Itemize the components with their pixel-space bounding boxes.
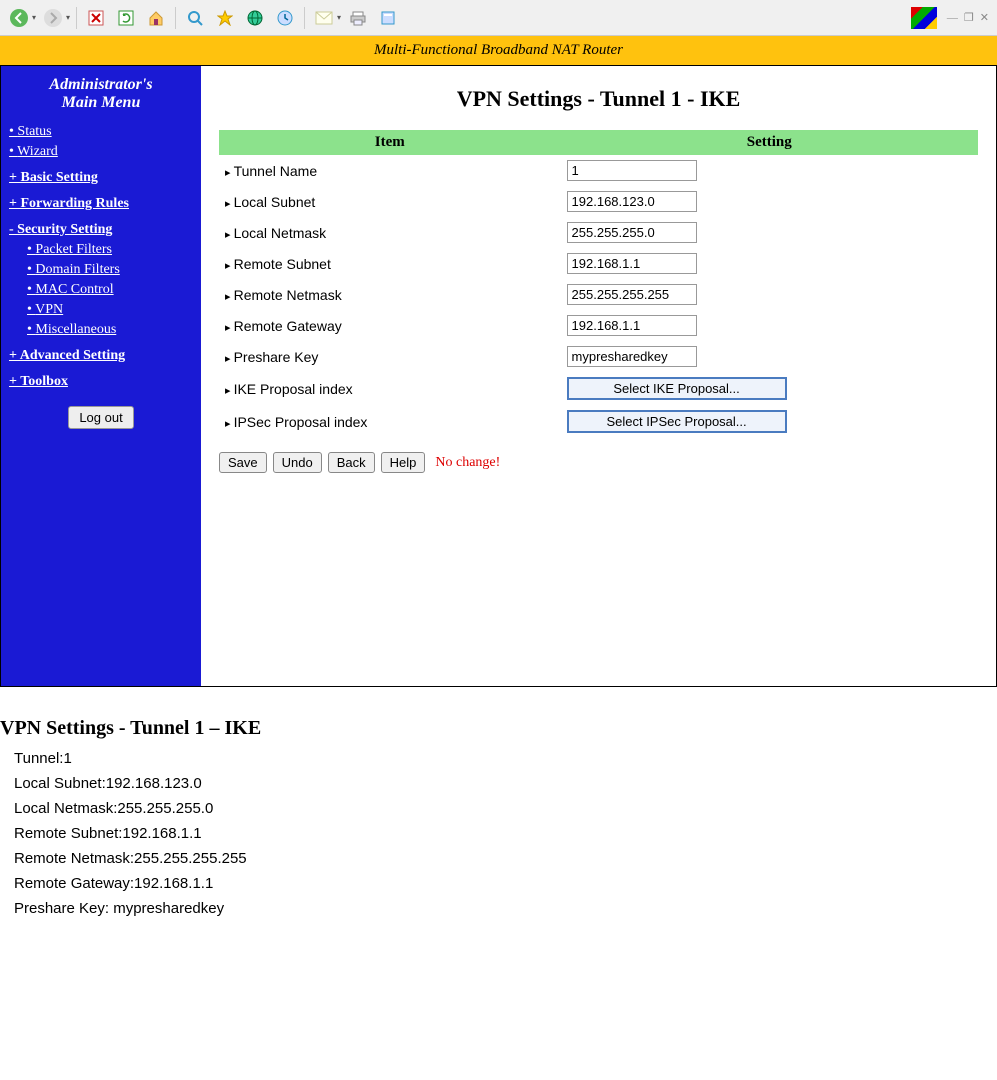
sidebar-title: Administrator'sMain Menu	[9, 76, 193, 112]
table-row: Remote Subnet	[219, 248, 978, 279]
table-row: Tunnel Name	[219, 155, 978, 186]
history-icon[interactable]	[272, 5, 298, 31]
remote-subnet-input[interactable]	[567, 253, 697, 274]
minimize-icon[interactable]: —	[945, 12, 960, 24]
back-dropdown-icon[interactable]: ▾	[32, 13, 36, 22]
row-label: Local Subnet	[219, 186, 561, 217]
doc-line: Remote Subnet:192.168.1.1	[14, 825, 997, 842]
local-netmask-input[interactable]	[567, 222, 697, 243]
row-label: Preshare Key	[219, 341, 561, 372]
page-title: VPN Settings - Tunnel 1 - IKE	[219, 86, 978, 112]
ipsec-proposal-button[interactable]: Select IPSec Proposal...	[567, 410, 787, 433]
globe-icon[interactable]	[242, 5, 268, 31]
doc-title: VPN Settings - Tunnel 1 – IKE	[0, 717, 997, 740]
col-item: Item	[219, 130, 561, 155]
action-row: Save Undo Back Help No change!	[219, 452, 978, 473]
sidebar-item-advanced-setting[interactable]: + Advanced Setting	[9, 348, 193, 364]
edit-icon[interactable]	[375, 5, 401, 31]
remote-gateway-input[interactable]	[567, 315, 697, 336]
restore-icon[interactable]: ❐	[962, 11, 976, 24]
back-button[interactable]: Back	[328, 452, 375, 473]
table-row: IPSec Proposal index Select IPSec Proposa…	[219, 405, 978, 438]
home-icon[interactable]	[143, 5, 169, 31]
stop-icon[interactable]	[83, 5, 109, 31]
row-label: Remote Subnet	[219, 248, 561, 279]
table-row: Preshare Key	[219, 341, 978, 372]
sidebar-item-domain-filters[interactable]: Domain Filters	[27, 262, 193, 278]
row-label: IPSec Proposal index	[219, 405, 561, 438]
undo-button[interactable]: Undo	[273, 452, 322, 473]
remote-netmask-input[interactable]	[567, 284, 697, 305]
forward-icon[interactable]	[40, 5, 66, 31]
preshare-key-input[interactable]	[567, 346, 697, 367]
content: VPN Settings - Tunnel 1 - IKE Item Setti…	[201, 66, 996, 686]
sidebar-item-vpn[interactable]: VPN	[27, 302, 193, 318]
refresh-icon[interactable]	[113, 5, 139, 31]
row-label: Remote Gateway	[219, 310, 561, 341]
status-text: No change!	[435, 455, 500, 471]
sidebar-item-mac-control[interactable]: MAC Control	[27, 282, 193, 298]
sidebar-item-packet-filters[interactable]: Packet Filters	[27, 242, 193, 258]
table-row: Remote Gateway	[219, 310, 978, 341]
close-icon[interactable]: ✕	[978, 11, 991, 24]
row-label: IKE Proposal index	[219, 372, 561, 405]
sidebar-item-miscellaneous[interactable]: Miscellaneous	[27, 322, 193, 338]
row-label: Remote Netmask	[219, 279, 561, 310]
favorites-icon[interactable]	[212, 5, 238, 31]
sidebar: Administrator'sMain Menu Status Wizard +…	[1, 66, 201, 686]
config-table: Item Setting Tunnel Name Local Subnet Lo…	[219, 130, 978, 438]
table-row: Remote Netmask	[219, 279, 978, 310]
search-icon[interactable]	[182, 5, 208, 31]
sidebar-item-wizard[interactable]: Wizard	[9, 144, 193, 160]
tunnel-name-input[interactable]	[567, 160, 697, 181]
row-label: Local Netmask	[219, 217, 561, 248]
row-label: Tunnel Name	[219, 155, 561, 186]
local-subnet-input[interactable]	[567, 191, 697, 212]
back-icon[interactable]	[6, 5, 32, 31]
col-setting: Setting	[561, 130, 978, 155]
mail-icon[interactable]	[311, 5, 337, 31]
sidebar-item-status[interactable]: Status	[9, 124, 193, 140]
ike-proposal-button[interactable]: Select IKE Proposal...	[567, 377, 787, 400]
doc-line: Local Netmask:255.255.255.0	[14, 800, 997, 817]
sidebar-item-basic-setting[interactable]: + Basic Setting	[9, 170, 193, 186]
sidebar-item-security-setting[interactable]: - Security Setting	[9, 222, 193, 238]
doc-line: Tunnel:1	[14, 750, 997, 767]
sidebar-item-forwarding-rules[interactable]: + Forwarding Rules	[9, 196, 193, 212]
doc-line: Local Subnet:192.168.123.0	[14, 775, 997, 792]
doc-line: Preshare Key: mypresharedkey	[14, 900, 997, 917]
table-row: Local Subnet	[219, 186, 978, 217]
banner: Multi-Functional Broadband NAT Router	[0, 36, 997, 65]
table-row: IKE Proposal index Select IKE Proposal...	[219, 372, 978, 405]
doc-line: Remote Netmask:255.255.255.255	[14, 850, 997, 867]
windows-flag-icon	[911, 7, 937, 29]
mail-dropdown-icon[interactable]: ▾	[337, 13, 341, 22]
logout-button[interactable]: Log out	[68, 406, 133, 429]
table-row: Local Netmask	[219, 217, 978, 248]
sidebar-item-toolbox[interactable]: + Toolbox	[9, 374, 193, 390]
help-button[interactable]: Help	[381, 452, 426, 473]
doc-line: Remote Gateway:192.168.1.1	[14, 875, 997, 892]
forward-dropdown-icon[interactable]: ▾	[66, 13, 70, 22]
save-button[interactable]: Save	[219, 452, 267, 473]
browser-toolbar: ▾ ▾ ▾ — ❐ ✕	[0, 0, 997, 36]
doc-section: VPN Settings - Tunnel 1 – IKE Tunnel:1 L…	[0, 687, 997, 917]
print-icon[interactable]	[345, 5, 371, 31]
